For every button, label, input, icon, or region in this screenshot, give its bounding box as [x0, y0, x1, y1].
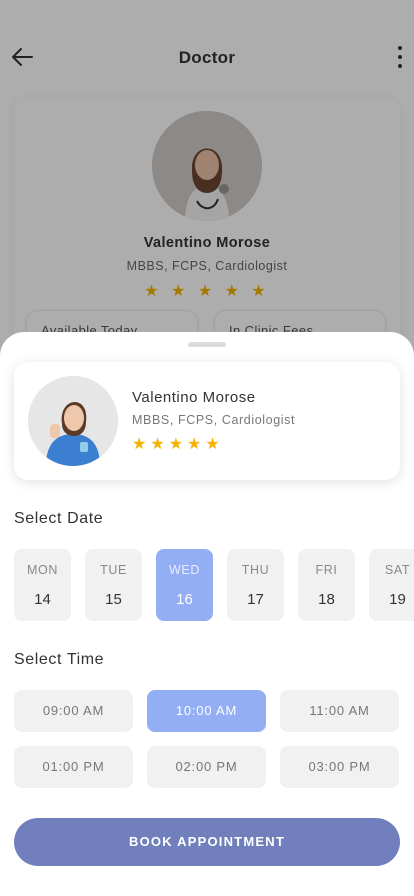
date-day: MON [27, 563, 58, 577]
booking-sheet: Valentino Morose MBBS, FCPS, Cardiologis… [0, 332, 414, 896]
date-day: TUE [100, 563, 127, 577]
time-slot[interactable]: 02:00 PM [147, 746, 266, 788]
date-day: WED [169, 563, 200, 577]
select-date-label: Select Date [14, 510, 104, 527]
date-number: 15 [105, 591, 122, 608]
date-number: 16 [176, 591, 193, 608]
date-number: 17 [247, 591, 264, 608]
star-icon: ★ [150, 436, 165, 453]
star-icon: ★ [132, 436, 147, 453]
time-slot[interactable]: 01:00 PM [14, 746, 133, 788]
date-number: 14 [34, 591, 51, 608]
time-slot-selected[interactable]: 10:00 AM [147, 690, 266, 732]
date-item-sat[interactable]: SAT 19 [369, 549, 414, 621]
date-item-mon[interactable]: MON 14 [14, 549, 71, 621]
date-picker: MON 14 TUE 15 WED 16 THU 17 FRI 18 SAT 1… [14, 549, 414, 621]
doctor-summary-card: Valentino Morose MBBS, FCPS, Cardiologis… [14, 362, 400, 480]
time-slot[interactable]: 11:00 AM [280, 690, 399, 732]
select-time-label: Select Time [14, 651, 105, 668]
date-item-tue[interactable]: TUE 15 [85, 549, 142, 621]
date-number: 19 [389, 591, 406, 608]
star-icon: ★ [187, 436, 202, 453]
date-day: FRI [315, 563, 338, 577]
time-slot[interactable]: 09:00 AM [14, 690, 133, 732]
star-icon: ★ [168, 436, 184, 453]
doctor-avatar [28, 376, 118, 466]
doctor-credentials: MBBS, FCPS, Cardiologist [132, 413, 296, 427]
star-icon: ★ [205, 436, 220, 453]
date-day: THU [241, 563, 270, 577]
date-item-thu[interactable]: THU 17 [227, 549, 284, 621]
date-item-fri[interactable]: FRI 18 [298, 549, 355, 621]
doctor-name: Valentino Morose [132, 389, 256, 406]
date-day: SAT [384, 563, 411, 577]
date-number: 18 [318, 591, 335, 608]
date-item-wed[interactable]: WED 16 [156, 549, 213, 621]
book-appointment-button[interactable]: BOOK APPOINTMENT [14, 818, 400, 866]
time-slot[interactable]: 03:00 PM [280, 746, 399, 788]
sheet-drag-handle[interactable] [188, 342, 226, 347]
rating-stars: ★ ★ ★ ★ ★ [132, 436, 220, 454]
